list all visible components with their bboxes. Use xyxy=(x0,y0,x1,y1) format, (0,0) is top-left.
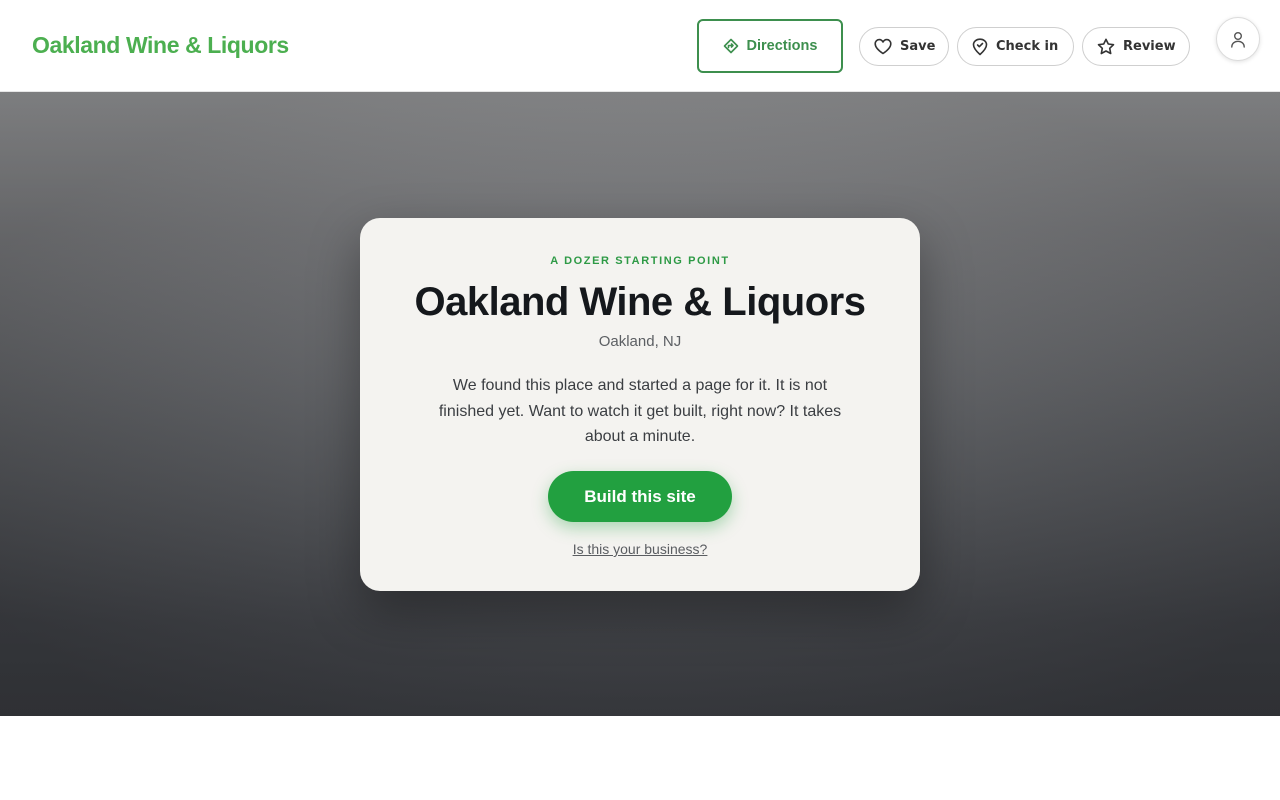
directions-label: Directions xyxy=(746,38,818,54)
brand-title[interactable]: Oakland Wine & Liquors xyxy=(32,31,289,59)
claim-business-link[interactable]: Is this your business? xyxy=(360,541,920,557)
star-icon xyxy=(1097,38,1115,55)
review-button[interactable]: Review xyxy=(1082,27,1190,66)
top-navigation-bar: Oakland Wine & Liquors Directions Save C… xyxy=(0,0,1280,92)
heart-icon xyxy=(874,38,892,55)
save-button[interactable]: Save xyxy=(859,27,949,66)
claim-business-label: Is this your business? xyxy=(572,541,708,557)
check-in-button[interactable]: Check in xyxy=(957,27,1074,66)
save-label: Save xyxy=(900,39,936,54)
map-pin-icon xyxy=(972,37,988,56)
business-location: Oakland, NJ xyxy=(598,333,682,350)
directions-button[interactable]: Directions xyxy=(697,19,843,73)
card-eyebrow: A DOZER STARTING POINT xyxy=(550,255,730,267)
directions-icon xyxy=(723,38,739,54)
user-icon xyxy=(1230,31,1246,48)
check-in-label: Check in xyxy=(996,39,1059,54)
business-name-heading: Oakland Wine & Liquors xyxy=(414,280,866,324)
account-button[interactable] xyxy=(1216,17,1260,61)
build-this-site-button[interactable]: Build this site xyxy=(548,471,732,522)
card-description: We found this place and started a page f… xyxy=(438,377,842,445)
starting-point-card: A DOZER STARTING POINT Oakland Wine & Li… xyxy=(360,218,920,591)
review-label: Review xyxy=(1123,39,1176,54)
